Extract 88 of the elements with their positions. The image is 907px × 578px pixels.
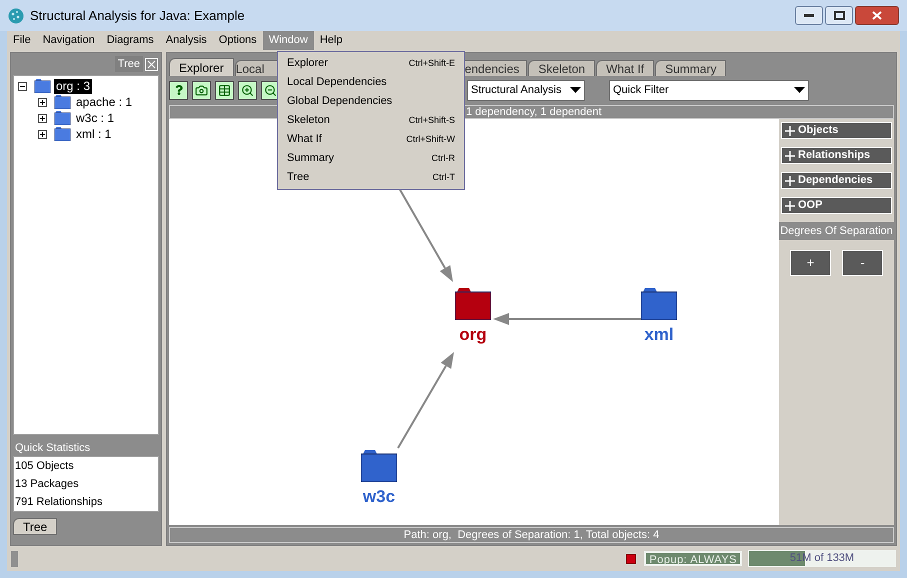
degree-button[interactable]: + xyxy=(790,250,831,276)
close-icon xyxy=(147,60,156,68)
status-light-icon xyxy=(626,554,636,564)
tab[interactable]: Summary xyxy=(655,60,726,76)
maximize-button[interactable] xyxy=(825,6,853,25)
zoom-out-icon xyxy=(264,84,277,96)
plus-icon xyxy=(785,126,795,136)
tab[interactable]: Explorer xyxy=(169,58,234,76)
plus-icon xyxy=(785,176,795,186)
popup-status: Popup: ALWAYS xyxy=(644,551,742,566)
table-button[interactable] xyxy=(215,80,234,100)
minimize-button[interactable] xyxy=(795,6,823,25)
tree-item[interactable]: xml : 1 xyxy=(74,126,114,142)
app-logo-icon xyxy=(8,8,24,24)
node-label: w3c xyxy=(362,488,396,506)
tab[interactable]: What If xyxy=(596,60,654,76)
folder-icon xyxy=(54,111,71,125)
menu-entry[interactable]: Skeleton Ctrl+Shift-S xyxy=(278,111,464,130)
menu-item[interactable]: Navigation xyxy=(36,31,101,50)
expand-icon[interactable] xyxy=(38,114,47,122)
menu-entry[interactable]: Local Dependencies xyxy=(278,73,464,92)
plus-icon xyxy=(785,200,795,210)
menu-item[interactable]: Analysis xyxy=(160,31,213,50)
degree-button[interactable]: - xyxy=(842,250,883,276)
close-icon xyxy=(872,11,882,20)
folder-icon xyxy=(54,95,71,109)
shortcut-text: Ctrl+Shift-S xyxy=(408,114,455,127)
menu-entry[interactable]: Global Dependencies xyxy=(278,92,464,111)
menu-item[interactable]: Help xyxy=(314,31,348,50)
menu-entry[interactable]: Tree Ctrl-T xyxy=(278,168,464,187)
menu-entry-label: Local Dependencies xyxy=(287,75,387,90)
snapshot-button[interactable] xyxy=(192,80,211,100)
menu-entry-label: Global Dependencies xyxy=(287,94,392,110)
panel-title: Tree xyxy=(114,56,143,72)
shortcut-text: Ctrl-R xyxy=(432,152,455,165)
node-label: org xyxy=(459,326,487,344)
view-dropdown[interactable]: Structural Analysis xyxy=(467,80,585,100)
package-node-icon xyxy=(641,288,677,320)
close-button[interactable] xyxy=(855,6,899,25)
stat-item: 105 Objects xyxy=(14,459,75,474)
menu-item[interactable]: Diagrams xyxy=(100,31,160,50)
menu-entry-label: Tree xyxy=(287,170,310,186)
package-node-icon xyxy=(361,450,397,482)
menu-item[interactable]: Options xyxy=(212,31,263,50)
menu-entry-label: Explorer xyxy=(287,56,328,72)
window-title: Structural Analysis for Java: Example xyxy=(30,6,245,25)
section-header[interactable]: Relationships xyxy=(781,147,892,164)
zoom-in-icon xyxy=(241,84,254,96)
menu-entry-label: What If xyxy=(287,132,322,148)
question-icon xyxy=(174,85,184,95)
shortcut-text: Ctrl+Shift-W xyxy=(406,132,455,146)
camera-icon xyxy=(195,84,208,96)
section-title: Degrees Of Separation xyxy=(779,222,894,240)
stat-item: 791 Relationships xyxy=(14,495,104,510)
expand-icon[interactable] xyxy=(38,130,47,138)
collapse-icon[interactable] xyxy=(18,82,27,90)
section-header[interactable]: Objects xyxy=(781,122,892,139)
dropdown-arrow-icon xyxy=(570,87,581,93)
stat-item: 13 Packages xyxy=(14,477,80,492)
shortcut-text: Ctrl-T xyxy=(432,170,455,184)
tab[interactable]: Skeleton xyxy=(528,60,596,76)
path-text: Path: org, Degrees of Separation: 1, Total objects: 4 xyxy=(404,529,660,541)
maximize-icon xyxy=(834,11,844,20)
node-label: xml xyxy=(644,326,674,344)
menu-entry-label: Summary xyxy=(287,151,334,166)
filter-dropdown[interactable]: Quick Filter xyxy=(609,80,809,100)
panel-tab[interactable]: Tree xyxy=(13,518,58,535)
section-header[interactable]: Dependencies xyxy=(781,172,892,189)
dropdown-arrow-icon xyxy=(794,87,805,93)
expand-icon[interactable] xyxy=(38,98,47,106)
menu-entry[interactable]: Summary Ctrl-R xyxy=(278,149,464,168)
tree-item[interactable]: org : 3 xyxy=(54,78,92,94)
section-header[interactable]: OOP xyxy=(781,197,892,214)
plus-icon xyxy=(785,150,795,160)
menu-entry-label: Skeleton xyxy=(287,113,330,128)
folder-icon xyxy=(34,79,51,93)
menu-item[interactable]: File xyxy=(7,31,37,50)
tree-item[interactable]: w3c : 1 xyxy=(74,110,116,126)
tree-item[interactable]: apache : 1 xyxy=(74,94,134,110)
zoom-in-button[interactable] xyxy=(238,80,257,100)
table-icon xyxy=(218,84,231,96)
help-button[interactable] xyxy=(169,80,188,100)
info-text: 1 dependency, 1 dependent xyxy=(466,106,602,118)
folder-icon xyxy=(54,127,71,141)
minimize-icon xyxy=(804,14,814,18)
package-node-icon xyxy=(455,288,491,320)
status-indicator-icon xyxy=(11,550,18,566)
menu-entry[interactable]: What If Ctrl+Shift-W xyxy=(278,130,464,149)
